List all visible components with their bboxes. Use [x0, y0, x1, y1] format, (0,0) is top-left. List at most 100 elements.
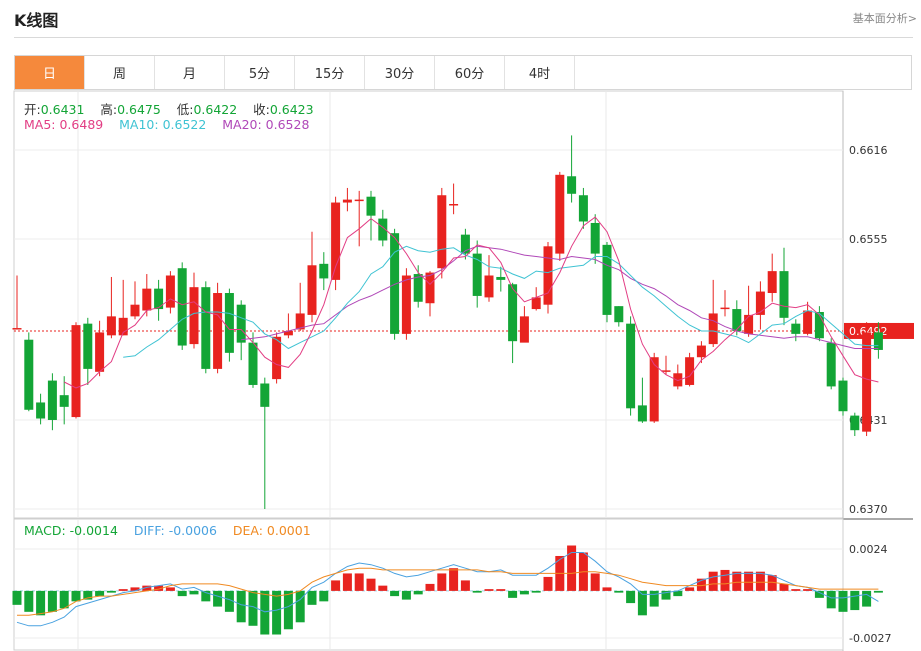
open-value: 0.6431 — [40, 102, 85, 117]
macd-histogram-bar — [850, 590, 860, 611]
ma10-value: 0.6522 — [162, 117, 207, 132]
macd-histogram-bar — [732, 571, 742, 591]
candle-body — [602, 244, 612, 315]
candle-body — [720, 307, 730, 310]
macd-histogram-bar — [106, 590, 116, 593]
macd-histogram-bar — [47, 590, 57, 612]
macd-histogram-bar — [649, 590, 659, 607]
macd-histogram-bar — [472, 590, 482, 593]
candle-body — [272, 336, 282, 380]
candle-body — [578, 195, 588, 222]
macd-histogram-bar — [24, 590, 34, 612]
macd-label: MACD: — [24, 523, 70, 538]
macd-histogram-bar — [213, 590, 223, 607]
candle-body — [696, 345, 706, 358]
macd-histogram-bar — [484, 589, 494, 591]
candle-body — [744, 314, 754, 334]
macd-histogram-bar — [449, 568, 459, 591]
macd-histogram-bar — [12, 590, 22, 605]
candle-body — [590, 222, 600, 254]
macd-histogram-bar — [319, 590, 329, 602]
macd-histogram-bar — [685, 587, 695, 591]
candle-body — [106, 316, 116, 336]
dea-value: 0.0001 — [266, 523, 311, 538]
candle-body — [449, 203, 459, 206]
candle-body — [614, 306, 624, 323]
candle-body — [201, 287, 211, 369]
candle-body — [862, 332, 872, 432]
ma5-value: 0.6489 — [59, 117, 104, 132]
macd-histogram-bar — [803, 589, 813, 591]
macd-histogram-bar — [366, 578, 376, 591]
macd-histogram-bar — [531, 590, 541, 593]
candle-body — [531, 297, 541, 310]
candle-body — [732, 309, 742, 331]
candle-body — [24, 339, 34, 410]
candle-body — [850, 415, 860, 431]
macd-histogram-bar — [342, 573, 352, 591]
macd-histogram-bar — [460, 580, 470, 591]
main-panel-frame — [13, 90, 844, 519]
close-label: 收: — [253, 102, 270, 117]
candle-body — [401, 275, 411, 334]
macd-value: -0.0014 — [69, 523, 118, 538]
macd-histogram-bar — [272, 590, 282, 635]
candle-body — [567, 176, 577, 194]
macd-histogram-bar — [838, 590, 848, 612]
macd-histogram-bar — [508, 590, 518, 598]
macd-histogram-bar — [307, 590, 317, 605]
high-label: 高: — [100, 102, 118, 117]
candle-body — [637, 405, 647, 422]
candle-body — [154, 288, 164, 310]
candle-body — [236, 304, 246, 343]
candle-body — [260, 383, 270, 407]
close-value: 0.6423 — [269, 102, 314, 117]
macd-histogram-bar — [862, 590, 872, 607]
candle-body — [354, 199, 364, 202]
macd-histogram-bar — [401, 590, 411, 600]
candle-body — [95, 332, 105, 372]
candle-body — [307, 265, 317, 315]
macd-histogram-bar — [331, 580, 341, 591]
y-tick-label: 0.6555 — [849, 233, 888, 246]
candle-body — [36, 402, 46, 419]
candle-body — [189, 287, 199, 345]
candle-body — [366, 196, 376, 216]
candle-body — [437, 195, 447, 269]
high-value: 0.6475 — [117, 102, 161, 117]
ohlc-readout: 开:0.6431 高:0.6475 低:0.6422 收:0.6423 — [24, 99, 314, 118]
candle-body — [803, 310, 813, 334]
dea-label: DEA: — [232, 523, 267, 538]
macd-histogram-bar — [437, 573, 447, 591]
ma20-label: MA20: — [222, 117, 266, 132]
candle-body — [224, 293, 234, 353]
candle-body — [12, 328, 22, 330]
y-tick-label: 0.6616 — [849, 144, 888, 157]
candle-body — [71, 325, 81, 418]
macd-histogram-bar — [755, 571, 765, 591]
macd-histogram-bar — [614, 590, 624, 593]
y-tick-label: 0.6370 — [849, 503, 888, 516]
macd-tick-label: 0.0024 — [849, 543, 888, 556]
macd-histogram-bar — [378, 585, 388, 591]
candle-body — [47, 380, 57, 420]
candle-body — [519, 316, 529, 343]
macd-readout: MACD: -0.0014 DIFF: -0.0006 DEA: 0.0001 — [24, 523, 311, 538]
macd-histogram-bar — [873, 590, 883, 593]
candle-body — [626, 323, 636, 409]
macd-histogram-bar — [295, 590, 305, 623]
candle-body — [248, 342, 258, 385]
candle-body — [130, 304, 140, 317]
macd-histogram-bar — [708, 571, 718, 591]
candle-body — [319, 263, 329, 279]
kline-chart[interactable]: 0.66160.65550.64310.63700.64920.0024-0.0… — [0, 0, 921, 651]
macd-histogram-bar — [236, 590, 246, 623]
candle-body — [142, 288, 152, 311]
macd-histogram-bar — [260, 590, 270, 635]
candle-body — [767, 271, 777, 294]
macd-histogram-bar — [744, 571, 754, 591]
ma20-value: 0.6528 — [265, 117, 310, 132]
diff-label: DIFF: — [133, 523, 169, 538]
macd-histogram-bar — [177, 590, 187, 597]
candle-body — [826, 342, 836, 387]
